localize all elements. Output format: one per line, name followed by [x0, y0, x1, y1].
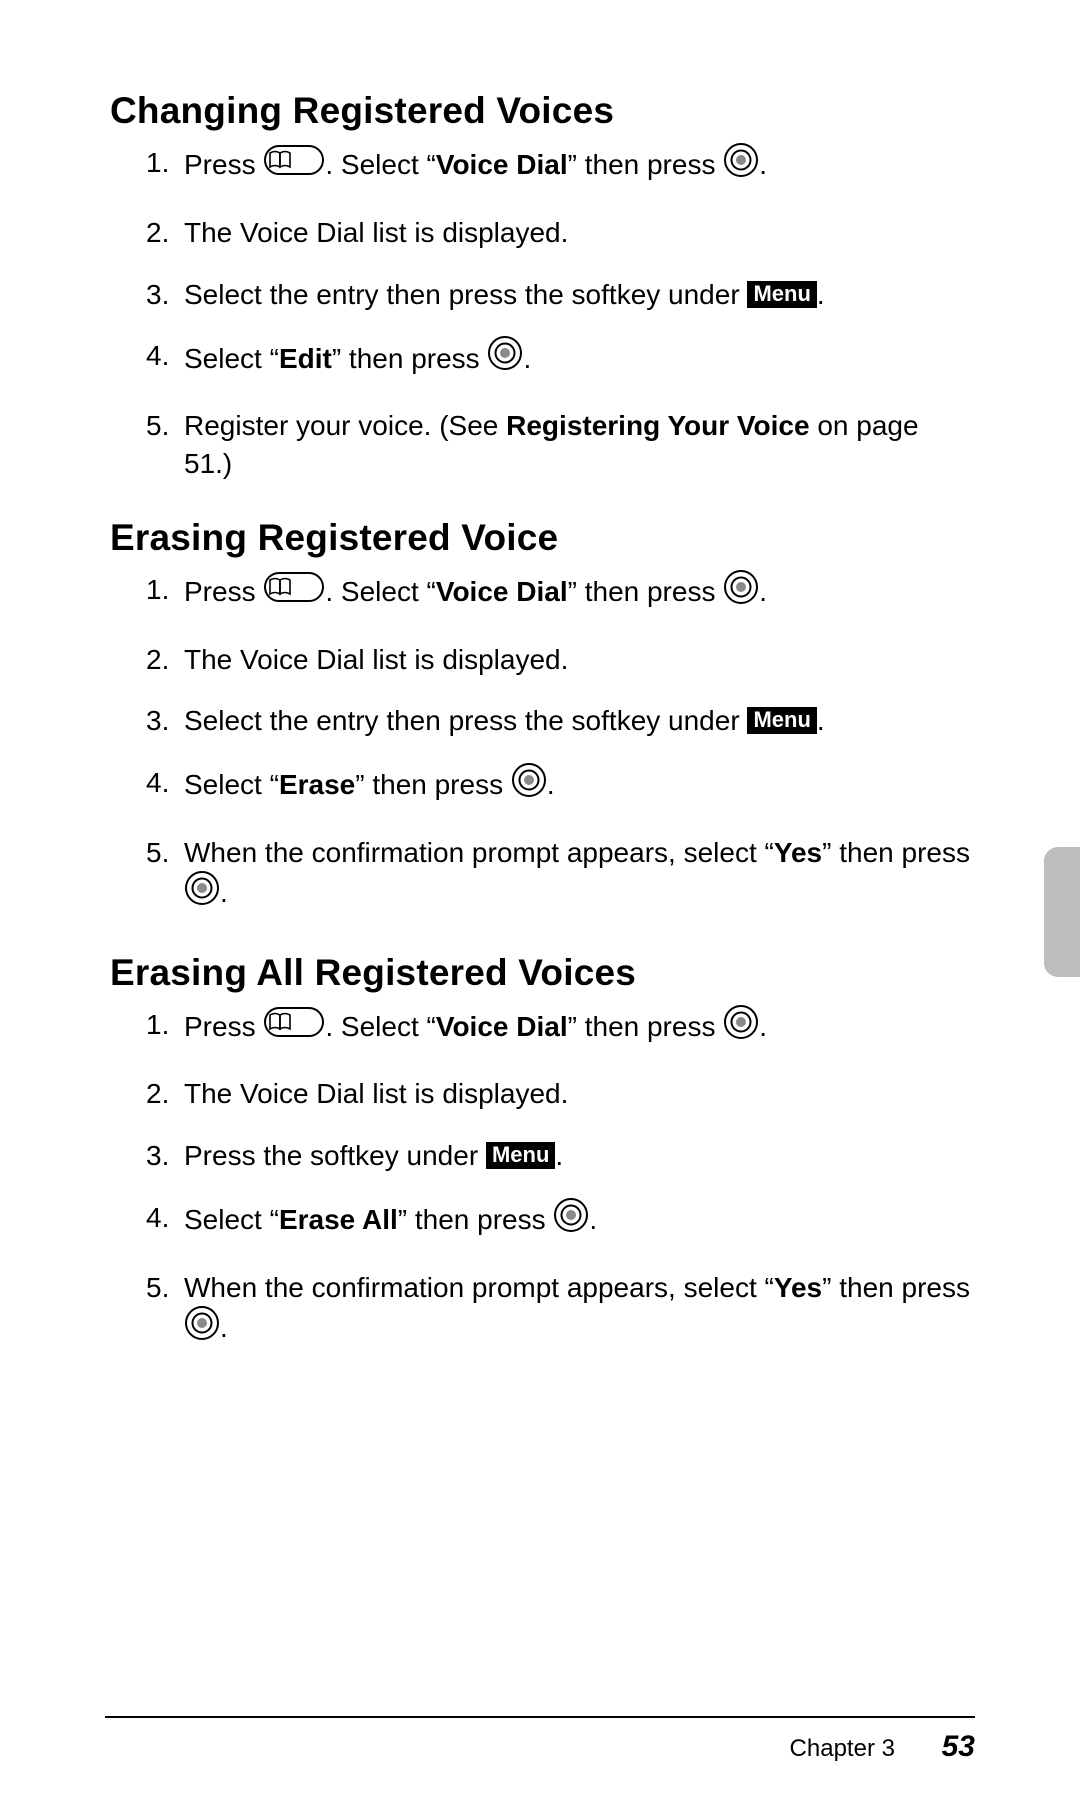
bold-text: Yes [774, 1272, 822, 1303]
section-heading: Erasing All Registered Voices [110, 952, 970, 994]
step-list: 1. Press . Select “Voice Dial” then press… [110, 144, 970, 483]
step-number: 3. [146, 702, 169, 740]
phone-book-key-icon [263, 571, 325, 613]
ok-center-key-icon [723, 142, 759, 188]
footer-chapter-label: Chapter 3 [790, 1735, 895, 1762]
step-number: 4. [146, 764, 169, 802]
menu-softkey-badge: Menu [486, 1142, 555, 1169]
step-number: 1. [146, 571, 169, 609]
step-text: When the confirmation prompt appears, se… [184, 1272, 970, 1343]
step-number: 4. [146, 1199, 169, 1237]
bold-text: Voice Dial [436, 576, 568, 607]
step-text: Select the entry then press the softkey … [184, 705, 825, 736]
step-item: 4. Select “Edit” then press . [146, 337, 970, 383]
step-text: Select the entry then press the softkey … [184, 279, 825, 310]
step-item: 1. Press . Select “Voice Dial” then press… [146, 571, 970, 617]
step-number: 2. [146, 214, 169, 252]
section-heading: Changing Registered Voices [110, 90, 970, 132]
ok-center-key-icon [184, 1305, 220, 1351]
step-item: 1. Press . Select “Voice Dial” then press… [146, 1006, 970, 1052]
step-item: 3. Select the entry then press the softke… [146, 702, 970, 740]
step-item: 4. Select “Erase” then press . [146, 764, 970, 810]
section: Erasing All Registered Voices 1. Press . S… [110, 952, 970, 1353]
step-item: 2. The Voice Dial list is displayed. [146, 214, 970, 252]
step-text: Press the softkey under Menu. [184, 1140, 563, 1171]
side-index-tab [1044, 847, 1080, 977]
menu-softkey-badge: Menu [747, 281, 816, 308]
step-list: 1. Press . Select “Voice Dial” then press… [110, 571, 970, 918]
step-number: 5. [146, 834, 169, 872]
step-item: 5. Register your voice. (See Registering … [146, 407, 970, 483]
step-text: Select “Erase All” then press . [184, 1204, 597, 1235]
step-item: 2. The Voice Dial list is displayed. [146, 641, 970, 679]
step-number: 3. [146, 1137, 169, 1175]
step-number: 5. [146, 1269, 169, 1307]
ok-center-key-icon [553, 1197, 589, 1243]
step-number: 3. [146, 276, 169, 314]
step-item: 5. When the confirmation prompt appears, … [146, 1269, 970, 1353]
bold-text: Voice Dial [436, 149, 568, 180]
step-text: Select “Erase” then press . [184, 769, 555, 800]
phone-book-key-icon [263, 1006, 325, 1048]
bold-text: Erase All [279, 1204, 398, 1235]
step-text: When the confirmation prompt appears, se… [184, 837, 970, 908]
ok-center-key-icon [723, 569, 759, 615]
footer-page-number: 53 [942, 1730, 975, 1763]
step-text: Select “Edit” then press . [184, 343, 531, 374]
step-item: 5. When the confirmation prompt appears, … [146, 834, 970, 918]
footer-rule [105, 1716, 975, 1718]
section-heading: Erasing Registered Voice [110, 517, 970, 559]
step-text: Press . Select “Voice Dial” then press . [184, 149, 767, 180]
ok-center-key-icon [184, 870, 220, 916]
ok-center-key-icon [487, 335, 523, 381]
step-text: The Voice Dial list is displayed. [184, 217, 568, 248]
step-item: 4. Select “Erase All” then press . [146, 1199, 970, 1245]
ok-center-key-icon [511, 762, 547, 808]
section: Erasing Registered Voice 1. Press . Select… [110, 517, 970, 918]
step-item: 3. Select the entry then press the softke… [146, 276, 970, 314]
section: Changing Registered Voices 1. Press . Sele… [110, 90, 970, 483]
bold-text: Registering Your Voice [506, 410, 809, 441]
ok-center-key-icon [723, 1004, 759, 1050]
step-number: 1. [146, 1006, 169, 1044]
bold-text: Edit [279, 343, 332, 374]
menu-softkey-badge: Menu [747, 707, 816, 734]
bold-text: Voice Dial [436, 1011, 568, 1042]
step-text: Register your voice. (See Registering Yo… [184, 410, 919, 479]
step-list: 1. Press . Select “Voice Dial” then press… [110, 1006, 970, 1353]
step-number: 5. [146, 407, 169, 445]
step-text: The Voice Dial list is displayed. [184, 1078, 568, 1109]
bold-text: Erase [279, 769, 355, 800]
step-item: 1. Press . Select “Voice Dial” then press… [146, 144, 970, 190]
page-content: Changing Registered Voices 1. Press . Sele… [0, 0, 1080, 1352]
step-number: 1. [146, 144, 169, 182]
step-item: 2. The Voice Dial list is displayed. [146, 1075, 970, 1113]
step-text: The Voice Dial list is displayed. [184, 644, 568, 675]
phone-book-key-icon [263, 144, 325, 186]
step-text: Press . Select “Voice Dial” then press . [184, 576, 767, 607]
step-number: 2. [146, 1075, 169, 1113]
step-item: 3. Press the softkey under Menu. [146, 1137, 970, 1175]
page-footer: Chapter 3 53 [790, 1730, 975, 1764]
step-text: Press . Select “Voice Dial” then press . [184, 1011, 767, 1042]
step-number: 4. [146, 337, 169, 375]
step-number: 2. [146, 641, 169, 679]
bold-text: Yes [774, 837, 822, 868]
